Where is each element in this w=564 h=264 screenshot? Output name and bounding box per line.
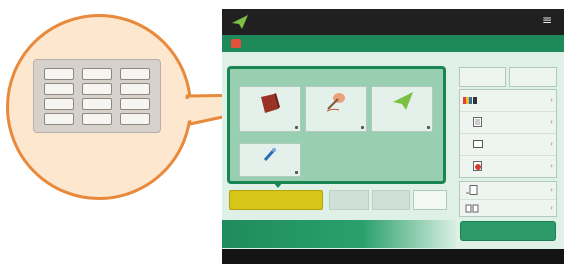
start-button[interactable] bbox=[229, 190, 323, 210]
settings-row[interactable]: › bbox=[460, 111, 556, 133]
options-row[interactable]: › bbox=[460, 182, 556, 199]
chevron-right-icon: › bbox=[550, 162, 553, 170]
option-button-1[interactable] bbox=[329, 190, 369, 210]
function-area bbox=[227, 66, 446, 184]
options-row[interactable]: › bbox=[460, 199, 556, 217]
option-button-3[interactable] bbox=[413, 190, 447, 210]
book-icon bbox=[261, 93, 280, 113]
status-bar bbox=[222, 35, 564, 52]
function-tile-tool[interactable] bbox=[239, 143, 301, 177]
chevron-right-icon: › bbox=[550, 140, 553, 148]
document-icon bbox=[473, 117, 482, 127]
confirm-button[interactable] bbox=[460, 221, 556, 241]
chevron-down-icon bbox=[295, 126, 298, 129]
home-plane-icon[interactable] bbox=[231, 14, 249, 30]
menu-icon[interactable]: ≡ bbox=[542, 13, 552, 27]
function-tile-pen[interactable] bbox=[305, 86, 367, 132]
paper-size-icon bbox=[473, 140, 483, 148]
top-bar: ≡ bbox=[222, 9, 564, 35]
status-icon[interactable] bbox=[231, 39, 241, 48]
color-mode-icon bbox=[463, 97, 477, 104]
settings-panel: › › › › bbox=[459, 89, 557, 178]
chevron-right-icon: › bbox=[550, 118, 553, 126]
function-tile-send[interactable] bbox=[371, 86, 433, 132]
send-plane-icon bbox=[393, 92, 413, 110]
option-button-2[interactable] bbox=[372, 190, 410, 210]
settings-row[interactable]: › bbox=[460, 155, 556, 177]
function-tile-book[interactable] bbox=[239, 86, 301, 132]
chevron-down-icon bbox=[295, 171, 298, 174]
chevron-right-icon: › bbox=[550, 96, 553, 104]
chevron-right-icon: › bbox=[550, 204, 553, 212]
chevron-right-icon: › bbox=[550, 186, 553, 194]
color-mode-row[interactable]: › bbox=[460, 90, 556, 111]
duplex-icon bbox=[466, 185, 478, 195]
device-screen: ≡ › › › › › › bbox=[222, 9, 564, 264]
options-panel: › › bbox=[459, 181, 557, 217]
side-button-right[interactable] bbox=[509, 67, 557, 87]
layout-icon bbox=[465, 204, 479, 213]
pen-icon bbox=[326, 93, 345, 112]
side-button-left[interactable] bbox=[459, 67, 506, 87]
red-document-icon bbox=[473, 161, 482, 171]
function-area-notch bbox=[273, 182, 283, 188]
chevron-down-icon bbox=[427, 126, 430, 129]
chevron-down-icon bbox=[361, 126, 364, 129]
settings-row[interactable]: › bbox=[460, 133, 556, 155]
bottom-strip bbox=[222, 220, 456, 248]
tool-icon bbox=[263, 148, 276, 162]
footer-bar bbox=[222, 249, 564, 264]
